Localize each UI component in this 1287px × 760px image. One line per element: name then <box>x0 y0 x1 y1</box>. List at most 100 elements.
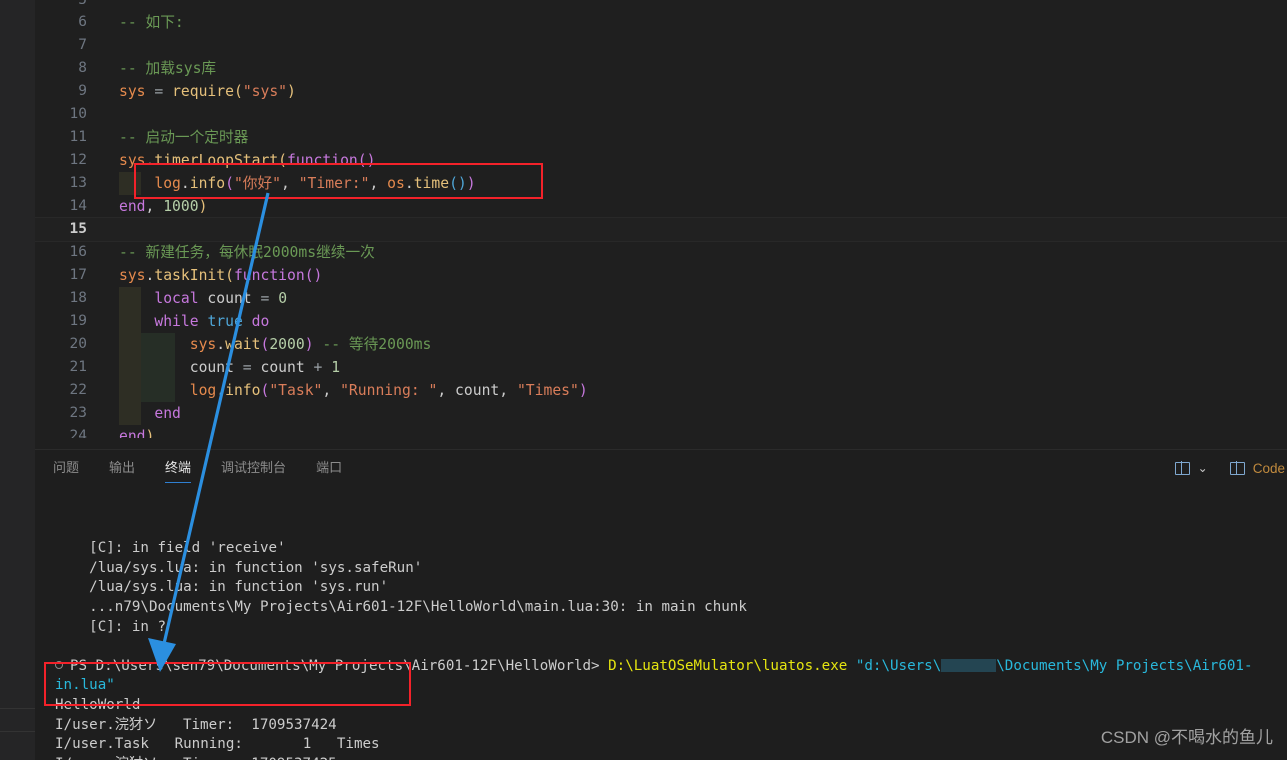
code-token: function <box>287 152 358 169</box>
activity-bar-divider <box>0 708 35 709</box>
code-token: ) <box>466 175 476 192</box>
code-token: os <box>387 175 405 192</box>
code-token: . <box>404 175 414 192</box>
code-line[interactable]: 12 sys.timerLoopStart(function() <box>35 149 1287 172</box>
code-text: sys = require("sys") <box>107 80 296 103</box>
code-line[interactable]: 10 <box>35 103 1287 126</box>
code-line[interactable]: 6 -- 如下: <box>35 11 1287 34</box>
split-editor-icon[interactable] <box>1229 461 1245 475</box>
code-text: end <box>107 402 181 425</box>
code-editor[interactable]: 5 6 -- 如下: 7 8 -- 加载sys库 9 sys = require("sys")… <box>35 0 1287 449</box>
code-line[interactable]: 16 -- 新建任务，每休眠2000ms继续一次 <box>35 241 1287 264</box>
code-token: "sys" <box>242 83 288 100</box>
tab-debug-console[interactable]: 调试控制台 <box>221 450 286 486</box>
line-number: 14 <box>69 198 87 214</box>
code-token: info <box>225 382 261 399</box>
code-text: -- 启动一个定时器 <box>107 126 248 149</box>
code-line[interactable]: 21 count = count + 1 <box>35 356 1287 379</box>
chevron-down-icon[interactable]: ⌄ <box>1198 461 1208 475</box>
code-token: do <box>251 313 270 330</box>
code-token: , <box>322 382 341 399</box>
activity-bar <box>0 0 35 760</box>
tab-terminal[interactable]: 终端 <box>165 450 192 486</box>
code-token: end <box>154 405 181 422</box>
code-token: . <box>216 382 226 399</box>
code-token: "Task" <box>269 382 323 399</box>
code-token: -- 加载sys库 <box>119 60 217 77</box>
tab-problems[interactable]: 问题 <box>53 450 79 486</box>
code-text: count = count + 1 <box>107 356 340 379</box>
code-line[interactable]: 9 sys = require("sys") <box>35 80 1287 103</box>
code-token: () <box>304 267 323 284</box>
line-number: 19 <box>69 313 87 329</box>
code-line[interactable]: 5 <box>35 0 1287 11</box>
terminal-text: I/user.Task Running: 1 Times <box>55 736 380 753</box>
code-line[interactable]: 15 <box>35 217 1287 242</box>
code-line[interactable]: 22 log.info("Task", "Running: ", count, … <box>35 379 1287 402</box>
code-token: ) <box>287 83 296 100</box>
code-token: , <box>369 175 388 192</box>
line-number: 17 <box>69 267 87 283</box>
terminal-text: ...n79\Documents\My Projects\Air601-12F\… <box>55 598 747 615</box>
code-token: log <box>189 382 217 399</box>
line-number: 10 <box>69 106 87 122</box>
code-line[interactable]: 19 while true do <box>35 310 1287 333</box>
tab-ports[interactable]: 端口 <box>316 450 342 486</box>
code-token: "Running: " <box>340 382 438 399</box>
code-token: "Timer:" <box>298 175 370 192</box>
bottom-panel: 问题 输出 终端 调试控制台 端口 ⌄ Code [C]: in field '… <box>35 449 1287 760</box>
code-token: ) <box>578 382 588 399</box>
line-number: 9 <box>78 83 87 99</box>
code-line[interactable]: 13 log.info("你好", "Timer:", os.time()) <box>35 172 1287 195</box>
code-line[interactable]: 17 sys.taskInit(function() <box>35 264 1287 287</box>
code-token: -- 如下: <box>119 14 184 31</box>
terminal-text: [C]: in field 'receive' <box>55 540 286 557</box>
shell-command-arg: \Documents\My Projects\Air601- <box>996 657 1253 674</box>
terminal-output[interactable]: [C]: in field 'receive' /lua/sys.lua: in… <box>35 486 1287 760</box>
line-number: 22 <box>69 382 87 398</box>
terminal-text: HelloWorld <box>55 696 141 713</box>
code-line[interactable]: 18 local count = 0 <box>35 287 1287 310</box>
split-terminal-icon[interactable] <box>1174 461 1190 475</box>
code-text: sys.wait(2000) -- 等待2000ms <box>107 333 432 356</box>
code-line[interactable]: 20 sys.wait(2000) -- 等待2000ms <box>35 333 1287 356</box>
terminal-text: I/user.浣犲ソ Timer: 1709537425 <box>55 756 337 760</box>
code-token: count <box>119 359 243 376</box>
code-token: ( <box>225 175 234 192</box>
tab-output[interactable]: 输出 <box>109 450 135 486</box>
code-token: taskInit <box>154 267 226 284</box>
line-number: 13 <box>69 175 87 191</box>
code-text: -- 加载sys库 <box>107 57 216 80</box>
code-token: -- 新建任务，每休眠2000ms继续一次 <box>119 244 375 261</box>
code-token: , <box>281 175 299 192</box>
line-number: 18 <box>69 290 87 306</box>
code-token: function <box>233 267 305 284</box>
code-line[interactable]: 7 <box>35 34 1287 57</box>
terminal-text: in.lua" <box>55 677 115 694</box>
terminal-text: I/user.浣犲ソ Timer: 1709537424 <box>55 716 337 733</box>
code-token: , count, <box>437 382 517 399</box>
code-line[interactable]: 23 end <box>35 402 1287 425</box>
code-line[interactable]: 11 -- 启动一个定时器 <box>35 126 1287 149</box>
code-token: time <box>413 175 450 192</box>
code-line[interactable]: 8 -- 加载sys库 <box>35 57 1287 80</box>
code-text: sys.timerLoopStart(function() <box>107 149 375 172</box>
terminal-line: in.lua" <box>55 676 1287 696</box>
line-number: 7 <box>78 37 87 53</box>
code-token: , <box>145 198 164 215</box>
code-token: ) <box>304 336 314 353</box>
terminal-line: ...n79\Documents\My Projects\Air601-12F\… <box>55 598 1287 618</box>
code-token: 1000 <box>163 198 199 215</box>
prompt-status-icon <box>55 660 63 669</box>
code-line[interactable]: 24 end) <box>35 425 1287 438</box>
code-token: count <box>260 359 314 376</box>
line-number: 15 <box>69 221 87 237</box>
line-number: 12 <box>69 152 87 168</box>
code-line[interactable]: 14 end, 1000) <box>35 195 1287 218</box>
shell-prompt-path: PS D:\Users\sen79\Documents\My Projects\… <box>70 657 609 674</box>
